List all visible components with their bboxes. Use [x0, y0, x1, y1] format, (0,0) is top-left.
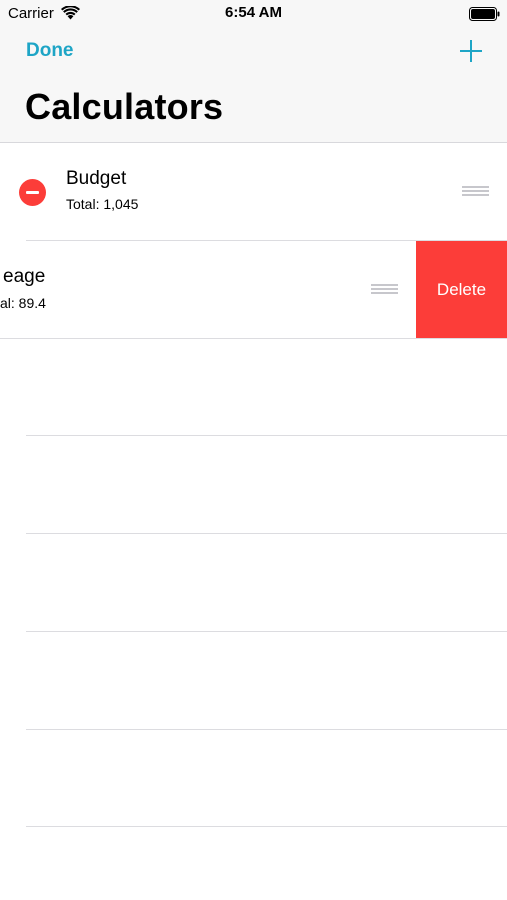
row-separator: [0, 338, 507, 339]
row-subtitle: Total: 1,045: [66, 196, 139, 212]
battery-full-icon: [469, 7, 500, 21]
done-button[interactable]: Done: [26, 40, 74, 62]
empty-row-separator: [26, 533, 507, 534]
status-time: 6:54 AM: [225, 4, 282, 21]
status-bar: Carrier 6:54 AM: [0, 0, 507, 28]
calculators-table: Budget Total: 1,045 eage al: 89.4 Delete: [0, 143, 507, 900]
table-row: eage al: 89.4 Delete: [0, 241, 507, 339]
screen: Carrier 6:54 AM Done Calculators Budget …: [0, 0, 507, 900]
empty-row-separator: [26, 435, 507, 436]
empty-row-separator: [26, 631, 507, 632]
row-title: Budget: [66, 168, 127, 189]
page-title: Calculators: [25, 86, 224, 127]
delete-button[interactable]: Delete: [416, 241, 507, 338]
reorder-handle-icon[interactable]: [462, 186, 489, 196]
empty-row-separator: [26, 729, 507, 730]
minus-circle-icon[interactable]: [19, 179, 46, 206]
plus-icon[interactable]: [459, 39, 483, 63]
empty-row-separator: [26, 826, 507, 827]
table-row: Budget Total: 1,045: [0, 143, 507, 241]
reorder-handle-icon[interactable]: [371, 284, 398, 294]
row-subtitle: al: 89.4: [0, 295, 46, 311]
row-title: eage: [3, 266, 46, 287]
navigation-bar: Done Calculators: [0, 28, 507, 143]
